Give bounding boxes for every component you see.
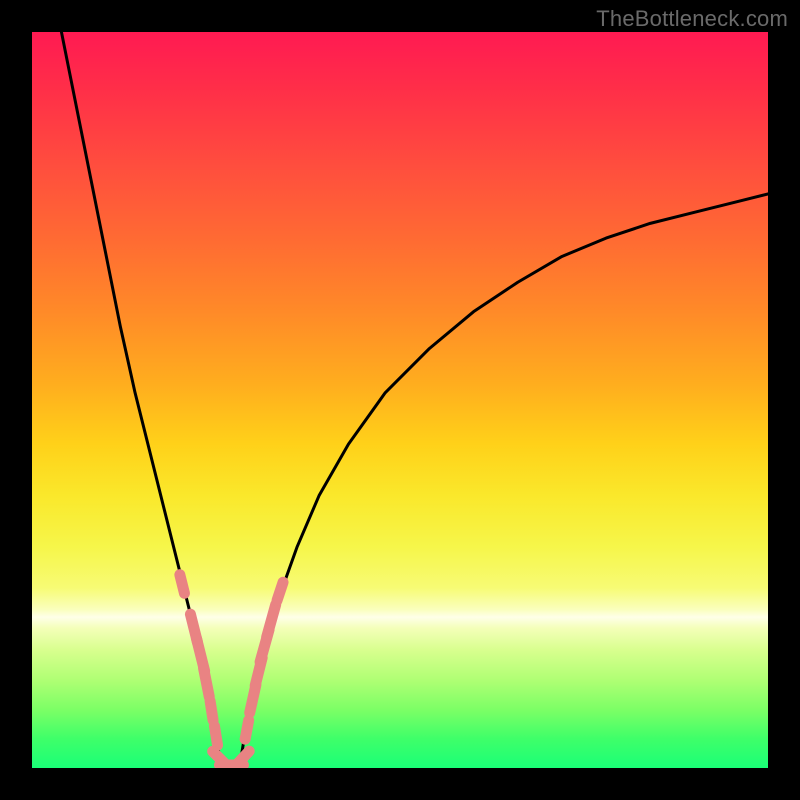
plot-area [32, 32, 768, 768]
highlighted-points [180, 575, 283, 768]
marker-dot [210, 701, 213, 720]
marker-dot [245, 720, 249, 739]
watermark-text: TheBottleneck.com [596, 6, 788, 32]
curve-layer [32, 32, 768, 768]
bottleneck-curve [61, 32, 768, 765]
marker-dot [267, 605, 276, 637]
marker-dot [204, 669, 210, 697]
chart-frame: TheBottleneck.com [0, 0, 800, 800]
marker-dot [180, 575, 185, 594]
curve-segment-curve_right [242, 194, 768, 753]
marker-dot [214, 726, 217, 745]
marker-dot [277, 582, 283, 600]
